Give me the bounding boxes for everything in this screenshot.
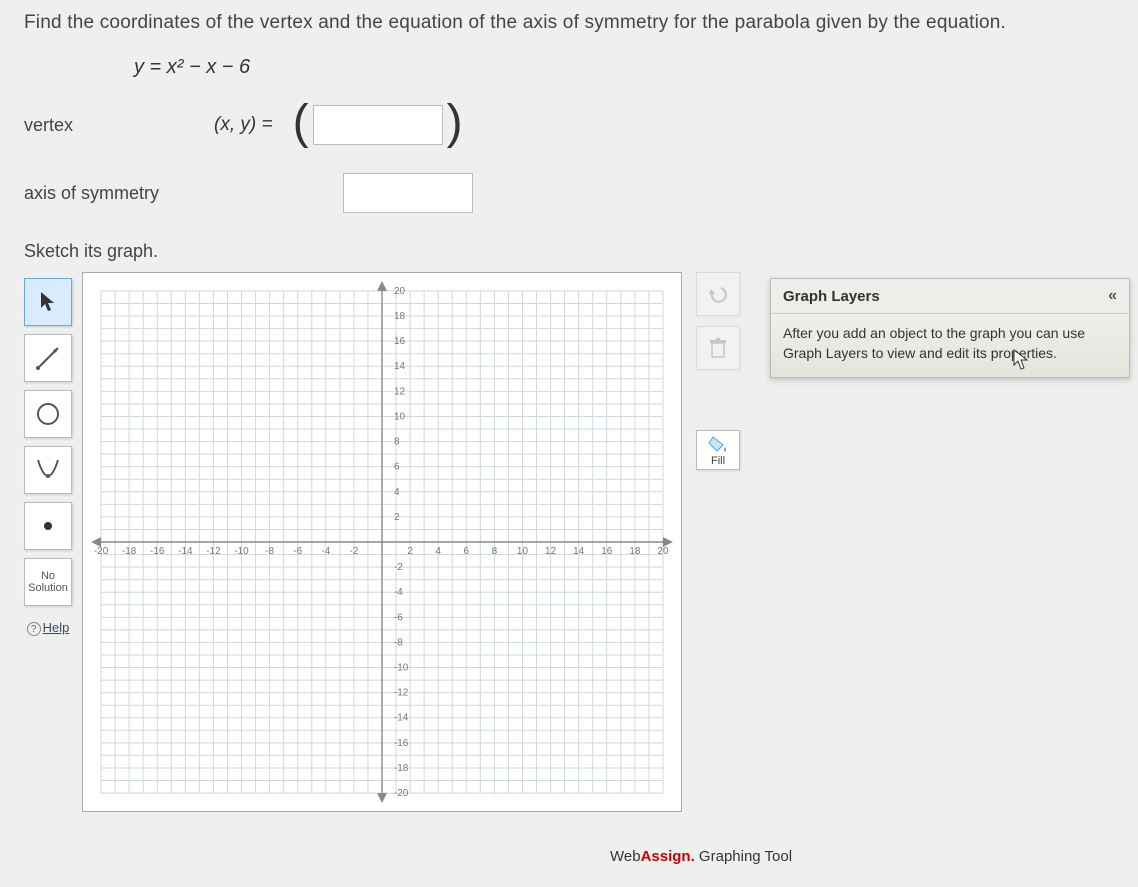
no-solution-line2: Solution <box>28 582 68 594</box>
brand2: Assign. <box>641 848 695 865</box>
no-solution-line1: No <box>28 570 68 582</box>
graph-layers-body-text: After you add an object to the graph you… <box>783 325 1085 361</box>
svg-text:6: 6 <box>464 546 470 557</box>
svg-text:-14: -14 <box>178 546 193 557</box>
question-text: Find the coordinates of the vertex and t… <box>24 12 1114 34</box>
graph-layers-body: After you add an object to the graph you… <box>771 314 1129 377</box>
given-equation: y = x² − x − 6 <box>134 56 1114 79</box>
vertex-row: vertex (x, y) = ( ) <box>24 105 1114 145</box>
svg-text:14: 14 <box>394 361 406 372</box>
vertex-label: vertex <box>24 115 214 136</box>
svg-text:-4: -4 <box>321 546 330 557</box>
svg-text:-6: -6 <box>394 612 403 623</box>
svg-text:2: 2 <box>407 546 413 557</box>
fill-button[interactable]: Fill <box>696 430 740 470</box>
graph-canvas[interactable]: -20 -18 -16 -14 -12 -10 -8 -6 -4 -2 2 4 6 8 10 12 14 16 18… <box>82 272 682 812</box>
cursor-icon <box>1013 349 1029 371</box>
vertex-input[interactable] <box>313 105 443 145</box>
coordinate-grid: -20 -18 -16 -14 -12 -10 -8 -6 -4 -2 2 4 6 8 10 12 14 16 18… <box>83 273 681 811</box>
svg-text:16: 16 <box>601 546 613 557</box>
circle-icon <box>34 400 62 428</box>
svg-text:-18: -18 <box>394 763 409 774</box>
svg-text:-8: -8 <box>394 637 403 648</box>
svg-text:6: 6 <box>394 462 400 473</box>
svg-text:-20: -20 <box>394 788 409 799</box>
brand1: Web <box>610 848 641 865</box>
xy-equals-label: (x, y) = <box>214 114 273 136</box>
svg-text:-18: -18 <box>122 546 137 557</box>
svg-text:18: 18 <box>394 311 406 322</box>
axis-row: axis of symmetry <box>24 173 1114 213</box>
close-paren: ) <box>447 111 463 135</box>
svg-text:-16: -16 <box>394 738 409 749</box>
parabola-tool-button[interactable] <box>24 446 72 494</box>
line-tool-button[interactable] <box>24 334 72 382</box>
svg-text:12: 12 <box>545 546 557 557</box>
delete-button[interactable] <box>696 326 740 370</box>
svg-text:8: 8 <box>492 546 498 557</box>
svg-text:14: 14 <box>573 546 585 557</box>
point-tool-button[interactable] <box>24 502 72 550</box>
svg-text:10: 10 <box>394 411 406 422</box>
svg-text:-8: -8 <box>265 546 274 557</box>
svg-text:-2: -2 <box>349 546 358 557</box>
svg-text:-4: -4 <box>394 587 403 598</box>
undo-button[interactable] <box>696 272 740 316</box>
graph-layers-header[interactable]: Graph Layers « <box>771 279 1129 314</box>
undo-icon <box>707 283 729 305</box>
svg-text:-10: -10 <box>234 546 249 557</box>
help-icon: ? <box>27 622 41 636</box>
open-paren: ( <box>293 111 309 135</box>
webassign-brand: WebAssign. Graphing Tool <box>610 848 792 865</box>
svg-text:20: 20 <box>394 286 406 297</box>
svg-text:18: 18 <box>629 546 641 557</box>
svg-text:4: 4 <box>435 546 441 557</box>
svg-text:-6: -6 <box>293 546 302 557</box>
sketch-graph-label: Sketch its graph. <box>24 241 1114 262</box>
svg-text:-12: -12 <box>206 546 221 557</box>
pointer-tool-button[interactable] <box>24 278 72 326</box>
axis-of-symmetry-label: axis of symmetry <box>24 183 214 204</box>
line-icon <box>34 344 62 372</box>
svg-text:8: 8 <box>394 437 400 448</box>
svg-text:-16: -16 <box>150 546 165 557</box>
collapse-icon[interactable]: « <box>1108 287 1117 305</box>
svg-text:-10: -10 <box>394 663 409 674</box>
graph-layers-title: Graph Layers <box>783 288 880 305</box>
pointer-icon <box>39 291 57 313</box>
circle-tool-button[interactable] <box>24 390 72 438</box>
graph-side-controls: Fill <box>696 272 740 470</box>
svg-text:10: 10 <box>517 546 529 557</box>
svg-text:2: 2 <box>394 512 400 523</box>
graph-toolbar: No Solution ?Help <box>24 278 72 636</box>
point-icon <box>42 520 54 532</box>
graph-layers-panel: Graph Layers « After you add an object t… <box>770 278 1130 378</box>
svg-text:16: 16 <box>394 336 406 347</box>
svg-text:12: 12 <box>394 386 406 397</box>
trash-icon <box>708 337 728 359</box>
svg-text:-2: -2 <box>394 562 403 573</box>
brand-tool: Graphing Tool <box>695 848 792 865</box>
svg-text:4: 4 <box>394 487 400 498</box>
no-solution-button[interactable]: No Solution <box>24 558 72 606</box>
axis-of-symmetry-input[interactable] <box>343 173 473 213</box>
help-link[interactable]: ?Help <box>24 620 72 636</box>
svg-text:-20: -20 <box>94 546 109 557</box>
help-label: Help <box>43 620 70 635</box>
fill-icon <box>707 435 729 453</box>
fill-label: Fill <box>711 455 725 467</box>
svg-text:-14: -14 <box>394 713 409 724</box>
svg-text:-12: -12 <box>394 688 409 699</box>
svg-text:20: 20 <box>657 546 669 557</box>
parabola-icon <box>34 456 62 484</box>
